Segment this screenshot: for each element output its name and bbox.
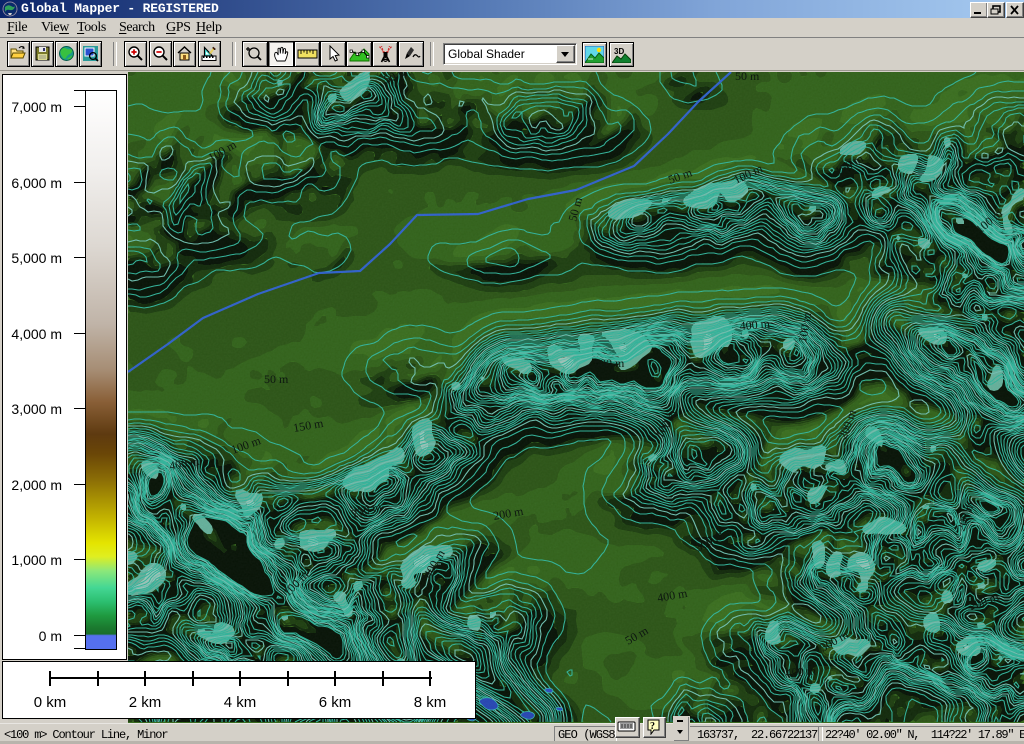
svg-text:3D: 3D [614, 47, 624, 56]
svg-text:?: ? [650, 721, 655, 732]
svg-text:400 m: 400 m [785, 663, 817, 680]
svg-text:400 m: 400 m [739, 316, 771, 333]
svg-text:50 m: 50 m [735, 72, 760, 83]
svg-text:500 m: 500 m [594, 356, 625, 370]
svg-text:50 m: 50 m [264, 372, 289, 386]
